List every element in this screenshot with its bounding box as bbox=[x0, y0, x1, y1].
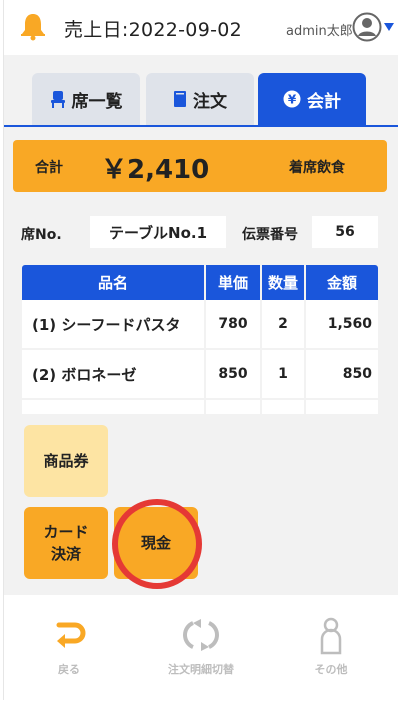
sales-date-label: 売上日:2022-09-02 bbox=[64, 19, 243, 41]
tab-order[interactable]: 注文 bbox=[146, 73, 254, 125]
nav-back-label: 戻る bbox=[58, 663, 80, 676]
item-qty: 2 bbox=[262, 300, 306, 348]
nav-other-label: その他 bbox=[314, 663, 348, 676]
total-label: 合計 bbox=[35, 160, 63, 176]
header-item-name: 品名 bbox=[22, 265, 206, 300]
seat-value: テーブルNo.1 bbox=[90, 216, 226, 248]
user-name[interactable]: admin太郎 bbox=[286, 20, 353, 39]
tab-underline bbox=[4, 125, 398, 127]
item-name: (2) ボロネーゼ bbox=[22, 350, 206, 398]
return-arrow-icon bbox=[56, 622, 86, 648]
header-amount: 金額 bbox=[326, 274, 357, 292]
user-avatar-icon[interactable] bbox=[352, 12, 382, 42]
item-qty: 1 bbox=[262, 350, 306, 398]
item-amount: 850 bbox=[342, 366, 372, 382]
nav-switch-label: 注文明細切替 bbox=[168, 663, 234, 676]
voucher-button[interactable]: 商品券 bbox=[24, 425, 108, 497]
table-row[interactable]: (2) ボロネーゼ 850 1 850 bbox=[22, 350, 378, 400]
nav-other-button[interactable]: その他 bbox=[276, 615, 386, 685]
person-icon bbox=[320, 617, 342, 655]
table-header: 品名 単価 数量 金額 bbox=[22, 265, 378, 300]
tab-checkout[interactable]: ¥ 会計 bbox=[258, 73, 366, 125]
empty-cell bbox=[306, 400, 378, 414]
bottom-nav: 戻る 注文明細切替 その他 bbox=[4, 595, 398, 700]
seat-info-row: 席No. テーブルNo.1 伝票番号 56 bbox=[4, 215, 398, 249]
card-payment-button[interactable]: カード 決済 bbox=[24, 507, 108, 579]
table-row[interactable]: (1) シーフードパスタ 780 2 1,560 bbox=[22, 300, 378, 350]
nav-switch-button[interactable]: 注文明細切替 bbox=[146, 615, 256, 685]
app-frame: 売上日:2022-09-02 admin太郎 席一覧 注文 ¥ 会計 合計 ￥2… bbox=[3, 0, 398, 700]
empty-cell bbox=[22, 400, 206, 414]
book-icon bbox=[174, 91, 186, 107]
empty-cell bbox=[206, 400, 262, 414]
tab-order-label: 注文 bbox=[193, 91, 227, 112]
item-amount: 1,560 bbox=[327, 316, 372, 332]
card-label-line1: カード bbox=[43, 522, 89, 541]
order-table: 品名 単価 数量 金額 (1) シーフードパスタ 780 2 1,560 (2)… bbox=[22, 265, 378, 414]
total-amount: ￥2,410 bbox=[101, 155, 210, 185]
refresh-icon bbox=[183, 619, 219, 651]
empty-cell bbox=[262, 400, 306, 414]
card-label-line2: 決済 bbox=[50, 545, 81, 563]
tab-bar: 席一覧 注文 ¥ 会計 bbox=[4, 55, 398, 127]
seat-label: 席No. bbox=[21, 227, 62, 243]
yen-icon: ¥ bbox=[283, 90, 301, 108]
table-row-partial bbox=[22, 400, 378, 414]
svg-text:¥: ¥ bbox=[288, 93, 297, 107]
chair-icon bbox=[50, 91, 65, 108]
tab-checkout-label: 会計 bbox=[307, 91, 341, 112]
caret-down-icon[interactable] bbox=[383, 22, 395, 32]
item-name: (1) シーフードパスタ bbox=[22, 300, 206, 348]
tab-seat-list-label: 席一覧 bbox=[71, 91, 123, 112]
header-unit-price: 単価 bbox=[206, 265, 262, 300]
total-bar: 合計 ￥2,410 着席飲食 bbox=[13, 140, 387, 192]
nav-back-button[interactable]: 戻る bbox=[14, 615, 124, 685]
item-price: 780 bbox=[206, 300, 262, 348]
dine-type: 着席飲食 bbox=[289, 160, 345, 176]
item-price: 850 bbox=[206, 350, 262, 398]
app-header: 売上日:2022-09-02 admin太郎 bbox=[4, 0, 398, 55]
bell-icon[interactable] bbox=[18, 11, 48, 41]
slip-number-value: 56 bbox=[312, 216, 378, 248]
slip-number-label: 伝票番号 bbox=[242, 227, 298, 243]
tab-seat-list[interactable]: 席一覧 bbox=[32, 73, 140, 125]
header-quantity: 数量 bbox=[262, 265, 306, 300]
main-content: 席一覧 注文 ¥ 会計 合計 ￥2,410 着席飲食 席No. テーブルNo.1… bbox=[4, 55, 398, 595]
cash-button[interactable]: 現金 bbox=[114, 507, 198, 579]
